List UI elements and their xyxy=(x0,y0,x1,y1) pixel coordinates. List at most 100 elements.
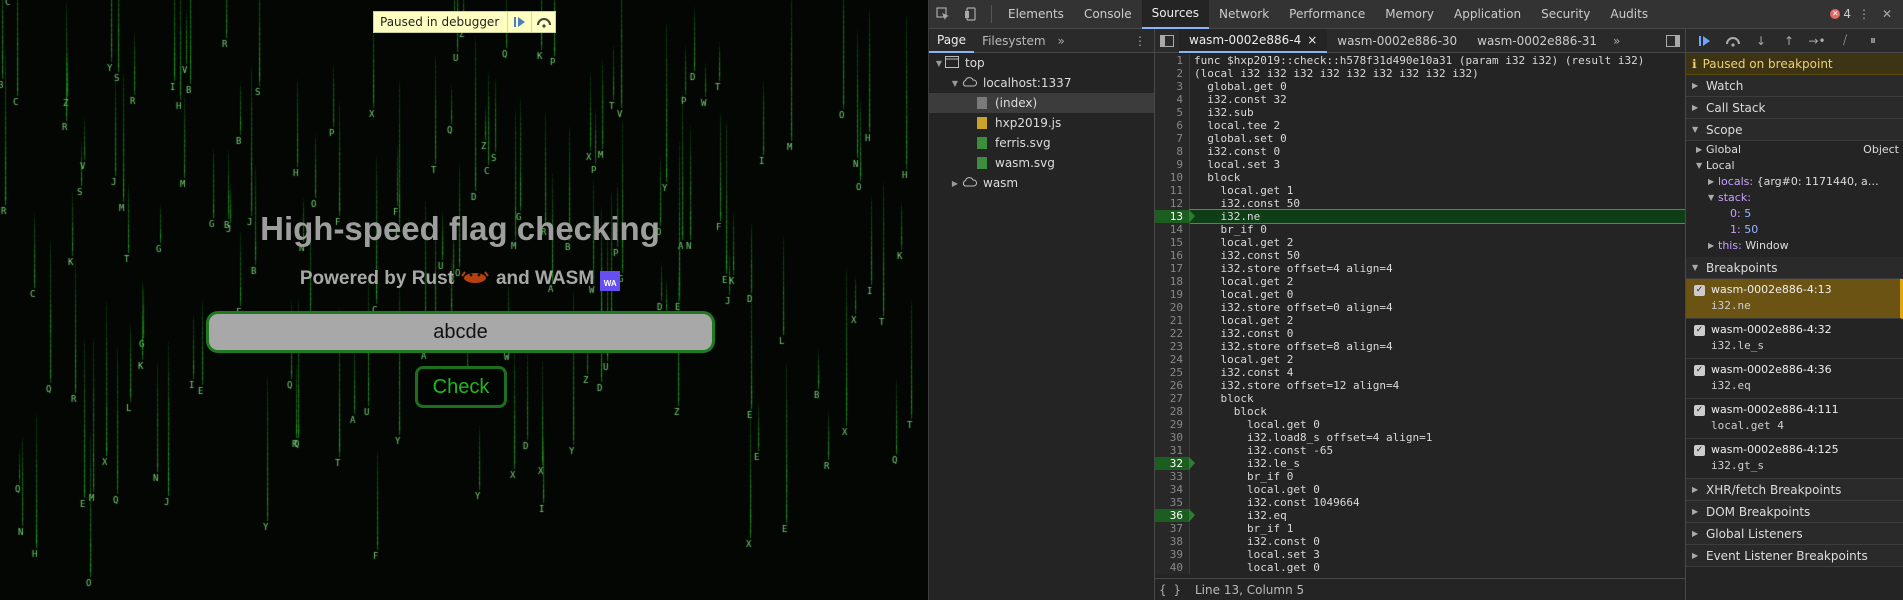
line-number[interactable]: 7 xyxy=(1155,132,1190,145)
device-toolbar-icon[interactable] xyxy=(957,0,985,28)
line-number[interactable]: 9 xyxy=(1155,158,1190,171)
section-global-listeners[interactable]: ▶ Global Listeners xyxy=(1686,523,1903,545)
tree-item-wasm-svg[interactable]: wasm.svg xyxy=(929,153,1154,173)
code-area[interactable]: 1 func $hxp2019::check::h578f31d490e10a31… xyxy=(1155,54,1685,578)
line-number[interactable]: 1 xyxy=(1155,54,1190,67)
line-number[interactable]: 18 xyxy=(1155,275,1190,288)
step-out-icon[interactable]: ↑ xyxy=(1776,31,1802,51)
tree-item--index-[interactable]: (index) xyxy=(929,93,1154,113)
scope-local-row[interactable]: ▼ Local xyxy=(1686,157,1903,173)
section-dom-breakpoints[interactable]: ▶ DOM Breakpoints xyxy=(1686,501,1903,523)
stack-entry[interactable]: 0: 5 xyxy=(1686,205,1903,221)
tab-security[interactable]: Security xyxy=(1531,0,1600,29)
stack-entry[interactable]: 1: 50 xyxy=(1686,221,1903,237)
line-number[interactable]: 37 xyxy=(1155,522,1190,535)
scope-global-row[interactable]: ▶ Global Object xyxy=(1686,141,1903,157)
tab-audits[interactable]: Audits xyxy=(1600,0,1658,29)
breakpoints-section-header[interactable]: ▼ Breakpoints xyxy=(1686,257,1903,279)
scope-section-header[interactable]: ▼ Scope xyxy=(1686,119,1903,141)
line-number[interactable]: 27 xyxy=(1155,392,1190,405)
line-number[interactable]: 2 xyxy=(1155,67,1190,80)
breakpoint-checkbox[interactable]: ✓ xyxy=(1694,365,1705,376)
breakpoint-line-number[interactable]: 13 xyxy=(1155,210,1195,223)
breakpoint-item[interactable]: ✓ wasm-0002e886-4:125 i32.gt_s xyxy=(1686,439,1903,479)
line-number[interactable]: 25 xyxy=(1155,366,1190,379)
line-number[interactable]: 24 xyxy=(1155,353,1190,366)
tree-item-localhost-1337[interactable]: ▼ localhost:1337 xyxy=(929,73,1154,93)
breakpoint-item[interactable]: ✓ wasm-0002e886-4:36 i32.eq xyxy=(1686,359,1903,399)
breakpoint-item[interactable]: ✓ wasm-0002e886-4:111 local.get 4 xyxy=(1686,399,1903,439)
line-number[interactable]: 17 xyxy=(1155,262,1190,275)
line-number[interactable]: 19 xyxy=(1155,288,1190,301)
line-number[interactable]: 40 xyxy=(1155,561,1190,574)
toggle-debugger-icon[interactable] xyxy=(1661,29,1685,53)
section-xhr-fetch-breakpoints[interactable]: ▶ XHR/fetch Breakpoints xyxy=(1686,479,1903,501)
error-counter[interactable]: ✕ 4 ⋮ ✕ xyxy=(1830,0,1903,28)
tree-item-wasm[interactable]: ▶ wasm xyxy=(929,173,1154,193)
line-number[interactable]: 20 xyxy=(1155,301,1190,314)
editor-tab[interactable]: wasm-0002e886-30 xyxy=(1327,29,1467,53)
tree-item-ferris-svg[interactable]: ferris.svg xyxy=(929,133,1154,153)
resume-icon[interactable] xyxy=(1692,31,1718,51)
watch-section-header[interactable]: ▶ Watch xyxy=(1686,75,1903,97)
close-icon[interactable]: × xyxy=(1307,29,1317,51)
line-number[interactable]: 21 xyxy=(1155,314,1190,327)
line-number[interactable]: 26 xyxy=(1155,379,1190,392)
tab-performance[interactable]: Performance xyxy=(1279,0,1375,29)
line-number[interactable]: 22 xyxy=(1155,327,1190,340)
deactivate-breakpoints-icon[interactable]: ⧸ xyxy=(1832,31,1858,51)
expand-arrow-icon[interactable]: ▼ xyxy=(949,79,961,88)
tab-memory[interactable]: Memory xyxy=(1375,0,1444,29)
tab-application[interactable]: Application xyxy=(1444,0,1531,29)
close-devtools-icon[interactable]: ✕ xyxy=(1877,0,1897,28)
expand-arrow-icon[interactable]: ▶ xyxy=(949,179,961,188)
line-number[interactable]: 29 xyxy=(1155,418,1190,431)
line-number[interactable]: 6 xyxy=(1155,119,1190,132)
flag-input[interactable] xyxy=(206,311,715,353)
line-number[interactable]: 15 xyxy=(1155,236,1190,249)
line-number[interactable]: 8 xyxy=(1155,145,1190,158)
line-number[interactable]: 10 xyxy=(1155,171,1190,184)
line-number[interactable]: 38 xyxy=(1155,535,1190,548)
expand-arrow-icon[interactable]: ▼ xyxy=(933,59,945,68)
tree-item-top[interactable]: ▼ top xyxy=(929,53,1154,73)
line-number[interactable]: 5 xyxy=(1155,106,1190,119)
breakpoint-checkbox[interactable]: ✓ xyxy=(1694,405,1705,416)
section-event-listener-breakpoints[interactable]: ▶ Event Listener Breakpoints xyxy=(1686,545,1903,567)
breakpoint-item[interactable]: ✓ wasm-0002e886-4:32 i32.le_s xyxy=(1686,319,1903,359)
line-number[interactable]: 16 xyxy=(1155,249,1190,262)
editor-tab[interactable]: wasm-0002e886-4 × xyxy=(1179,28,1328,53)
tab-network[interactable]: Network xyxy=(1209,0,1279,29)
tree-item-hxp2019-js[interactable]: hxp2019.js xyxy=(929,113,1154,133)
step-into-icon[interactable]: ↓ xyxy=(1748,31,1774,51)
scope-stack-row[interactable]: ▼ stack: xyxy=(1686,189,1903,205)
subtab-filesystem[interactable]: Filesystem xyxy=(974,29,1053,53)
breakpoint-line-number[interactable]: 36 xyxy=(1155,509,1195,522)
editor-tab[interactable]: wasm-0002e886-31 xyxy=(1467,29,1607,53)
tab-sources[interactable]: Sources xyxy=(1141,0,1210,29)
line-number[interactable]: 33 xyxy=(1155,470,1190,483)
breakpoint-line-number[interactable]: 32 xyxy=(1155,457,1195,470)
line-number[interactable]: 11 xyxy=(1155,184,1190,197)
more-options-icon[interactable]: ⋮ xyxy=(1854,0,1874,28)
toggle-navigator-icon[interactable] xyxy=(1155,29,1179,53)
line-number[interactable]: 12 xyxy=(1155,197,1190,210)
scope-locals-row[interactable]: ▶ locals: {arg#0: 1171440, a… xyxy=(1686,173,1903,189)
line-number[interactable]: 31 xyxy=(1155,444,1190,457)
inspect-element-icon[interactable] xyxy=(929,0,957,28)
resume-icon[interactable] xyxy=(507,12,531,32)
check-button[interactable]: Check xyxy=(415,366,507,408)
tab-elements[interactable]: Elements xyxy=(998,0,1074,29)
step-over-icon[interactable] xyxy=(531,12,555,32)
pause-on-exceptions-icon[interactable]: ⏸ xyxy=(1860,31,1886,51)
breakpoint-checkbox[interactable]: ✓ xyxy=(1694,325,1705,336)
step-over-icon[interactable] xyxy=(1720,31,1746,51)
more-editor-tabs-chevron-icon[interactable]: » xyxy=(1607,34,1626,48)
scope-this-row[interactable]: ▶ this: Window xyxy=(1686,237,1903,253)
breakpoint-checkbox[interactable]: ✓ xyxy=(1694,445,1705,456)
step-icon[interactable]: →• xyxy=(1804,31,1830,51)
subtab-page[interactable]: Page xyxy=(929,29,975,53)
line-number[interactable]: 30 xyxy=(1155,431,1190,444)
line-number[interactable]: 3 xyxy=(1155,80,1190,93)
line-number[interactable]: 23 xyxy=(1155,340,1190,353)
